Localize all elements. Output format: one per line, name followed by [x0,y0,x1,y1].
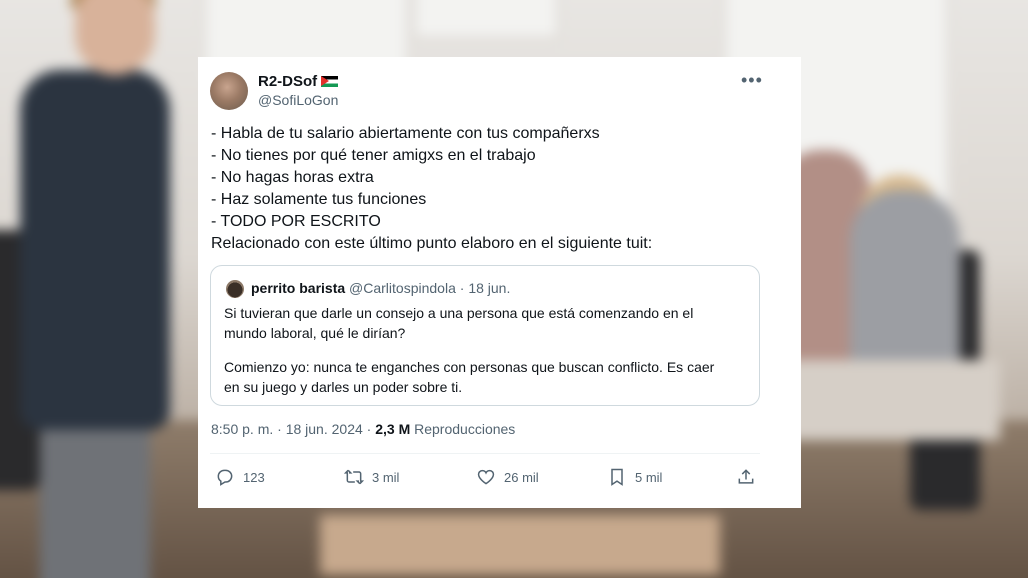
reply-icon [217,469,233,486]
tweet-text: - Habla de tu salario abiertamente con t… [211,123,786,255]
tweet-line: Relacionado con este último punto elabor… [211,235,653,252]
author-display-name[interactable]: R2-DSof [258,73,317,90]
quoted-date: 18 jun. [468,280,511,296]
author-handle[interactable]: @SofiLoGon [258,92,338,108]
quoted-handle: @Carlitospindola [349,280,456,296]
bookmark-count: 5 mil [635,469,663,485]
quoted-line: en su juego y darles un poder sobre ti. [224,379,463,395]
views-count: 2,3 M [375,421,411,437]
tweet-card: R2-DSof @SofiLoGon ••• - Habla de tu sal… [198,57,801,508]
more-options-icon[interactable]: ••• [741,70,763,91]
palestine-flag-icon [321,76,339,87]
reply-button[interactable]: 123 [215,463,265,491]
share-button[interactable] [736,463,764,491]
tweet-line: - No tienes por qué tener amigxs en el t… [211,147,536,164]
tweet-line: - Haz solamente tus funciones [211,191,427,208]
timestamp-text[interactable]: 8:50 p. m. · 18 jun. 2024 · [211,421,371,437]
quoted-display-name: perrito barista [251,280,346,296]
quoted-text: Si tuvieran que darle un consejo a una p… [224,303,749,397]
like-button[interactable]: 26 mil [476,463,539,491]
quoted-line: mundo laboral, qué le dirían? [224,325,406,341]
tweet-line: - Habla de tu salario abiertamente con t… [211,125,600,142]
retweet-icon [344,469,364,485]
heart-icon [477,469,495,485]
action-bar: 123 3 mil 26 mil 5 mil [198,463,801,493]
quoted-separator: · [459,280,465,296]
tweet-line: - TODO POR ESCRITO [211,213,381,230]
author-name[interactable]: R2-DSof [258,73,339,90]
retweet-button[interactable]: 3 mil [344,463,399,491]
like-count: 26 mil [504,469,539,485]
quoted-tweet[interactable]: perrito barista @Carlitospindola · 18 ju… [210,265,760,406]
retweet-count: 3 mil [372,469,400,485]
divider [210,453,760,454]
share-icon [738,469,754,484]
quoted-line: Comienzo yo: nunca te enganches con pers… [224,359,715,375]
views-label: Reproducciones [414,421,516,437]
quoted-header: perrito barista @Carlitospindola · 18 ju… [251,280,510,296]
quoted-author-avatar [226,280,244,298]
tweet-line: - No hagas horas extra [211,169,374,186]
quoted-line: Si tuvieran que darle un consejo a una p… [224,305,694,321]
bookmark-button[interactable]: 5 mil [607,463,662,491]
bookmark-icon [611,468,623,486]
tweet-timestamp: 8:50 p. m. · 18 jun. 2024 · 2,3 M Reprod… [211,421,515,437]
reply-count: 123 [243,469,265,485]
author-avatar[interactable] [210,72,248,110]
